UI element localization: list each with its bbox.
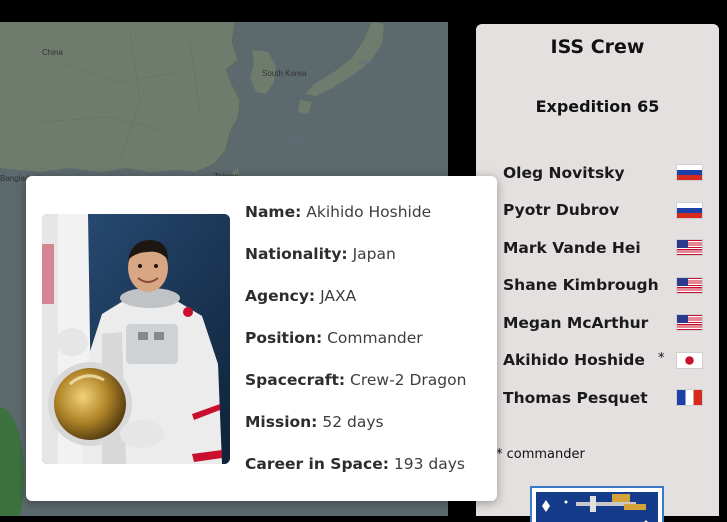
crew-item[interactable]: Mark Vande Hei (503, 229, 703, 267)
crew-item[interactable]: Thomas Pesquet (503, 379, 703, 417)
info-value: JAXA (320, 287, 356, 305)
sidebar-title: ISS Crew (476, 36, 719, 58)
info-key: Name: (245, 203, 301, 221)
info-row-nationality: Nationality: Japan (245, 245, 490, 287)
info-value: 193 days (394, 455, 465, 473)
map-label: Japan (358, 59, 377, 66)
info-key: Spacecraft: (245, 371, 345, 389)
patch-art (536, 492, 658, 522)
crew-name: Thomas Pesquet (503, 389, 648, 407)
info-value: Akihido Hoshide (306, 203, 431, 221)
russia-flag-icon (677, 165, 702, 180)
info-value: Japan (353, 245, 396, 263)
crew-list: Oleg Novitsky Pyotr Dubrov Mark Vande He… (503, 154, 703, 417)
info-row-agency: Agency: JAXA (245, 287, 490, 329)
map-label: China (42, 48, 63, 57)
commander-marker: * (658, 351, 665, 366)
map-label: Okinawa (282, 138, 309, 145)
usa-flag-icon (677, 278, 702, 293)
info-key: Position: (245, 329, 322, 347)
info-key: Career in Space: (245, 455, 389, 473)
crew-item[interactable]: Akihido Hoshide * (503, 342, 703, 380)
crew-name: Akihido Hoshide (503, 351, 645, 369)
map-label: South Korea (262, 69, 306, 78)
info-row-position: Position: Commander (245, 329, 490, 371)
info-key: Nationality: (245, 245, 348, 263)
expedition-title: Expedition 65 (476, 97, 719, 116)
info-row-spacecraft: Spacecraft: Crew-2 Dragon (245, 371, 490, 413)
crew-name: Oleg Novitsky (503, 164, 625, 182)
russia-flag-icon (677, 203, 702, 218)
info-value: Commander (327, 329, 423, 347)
crew-info-list: Name: Akihido Hoshide Nationality: Japan… (245, 203, 490, 497)
info-value: 52 days (322, 413, 383, 431)
info-row-name: Name: Akihido Hoshide (245, 203, 490, 245)
info-row-career: Career in Space: 193 days (245, 455, 490, 497)
crew-item[interactable]: Oleg Novitsky (503, 154, 703, 192)
usa-flag-icon (677, 240, 702, 255)
crew-name: Mark Vande Hei (503, 239, 641, 257)
info-row-mission: Mission: 52 days (245, 413, 490, 455)
usa-flag-icon (677, 315, 702, 330)
info-key: Mission: (245, 413, 317, 431)
commander-footnote: * commander (496, 447, 585, 462)
info-key: Agency: (245, 287, 315, 305)
crew-item[interactable]: Shane Kimbrough (503, 267, 703, 305)
crew-sidebar: ISS Crew Expedition 65 Oleg Novitsky Pyo… (476, 24, 719, 516)
expedition-patch-icon (530, 486, 664, 522)
astronaut-portrait-icon (42, 214, 230, 464)
crew-name: Shane Kimbrough (503, 276, 659, 294)
crew-item[interactable]: Pyotr Dubrov (503, 192, 703, 230)
france-flag-icon (677, 390, 702, 405)
crew-name: Megan McArthur (503, 314, 648, 332)
crew-info-popup: Name: Akihido Hoshide Nationality: Japan… (26, 176, 497, 501)
astronaut-photo (42, 214, 230, 464)
crew-item[interactable]: Megan McArthur (503, 304, 703, 342)
japan-flag-icon (677, 353, 702, 368)
crew-name: Pyotr Dubrov (503, 201, 619, 219)
info-value: Crew-2 Dragon (350, 371, 466, 389)
